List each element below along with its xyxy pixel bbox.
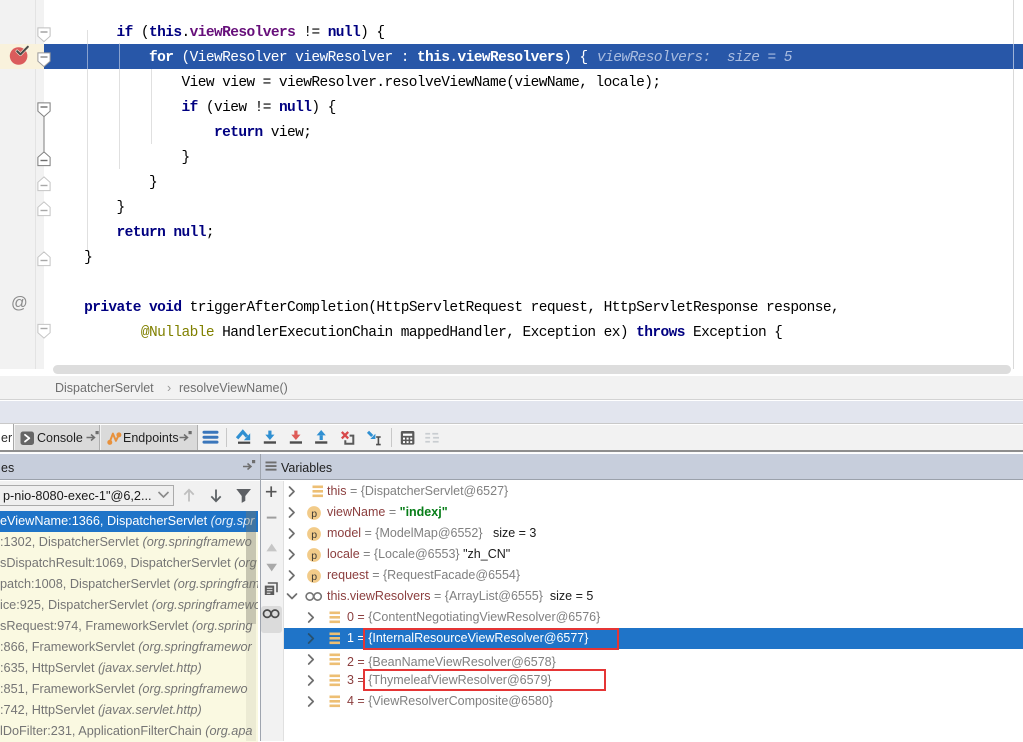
svg-text:p: p xyxy=(311,508,317,520)
svg-text:p: p xyxy=(311,571,317,583)
svg-text:p: p xyxy=(311,550,317,562)
svg-text:p: p xyxy=(311,529,317,541)
